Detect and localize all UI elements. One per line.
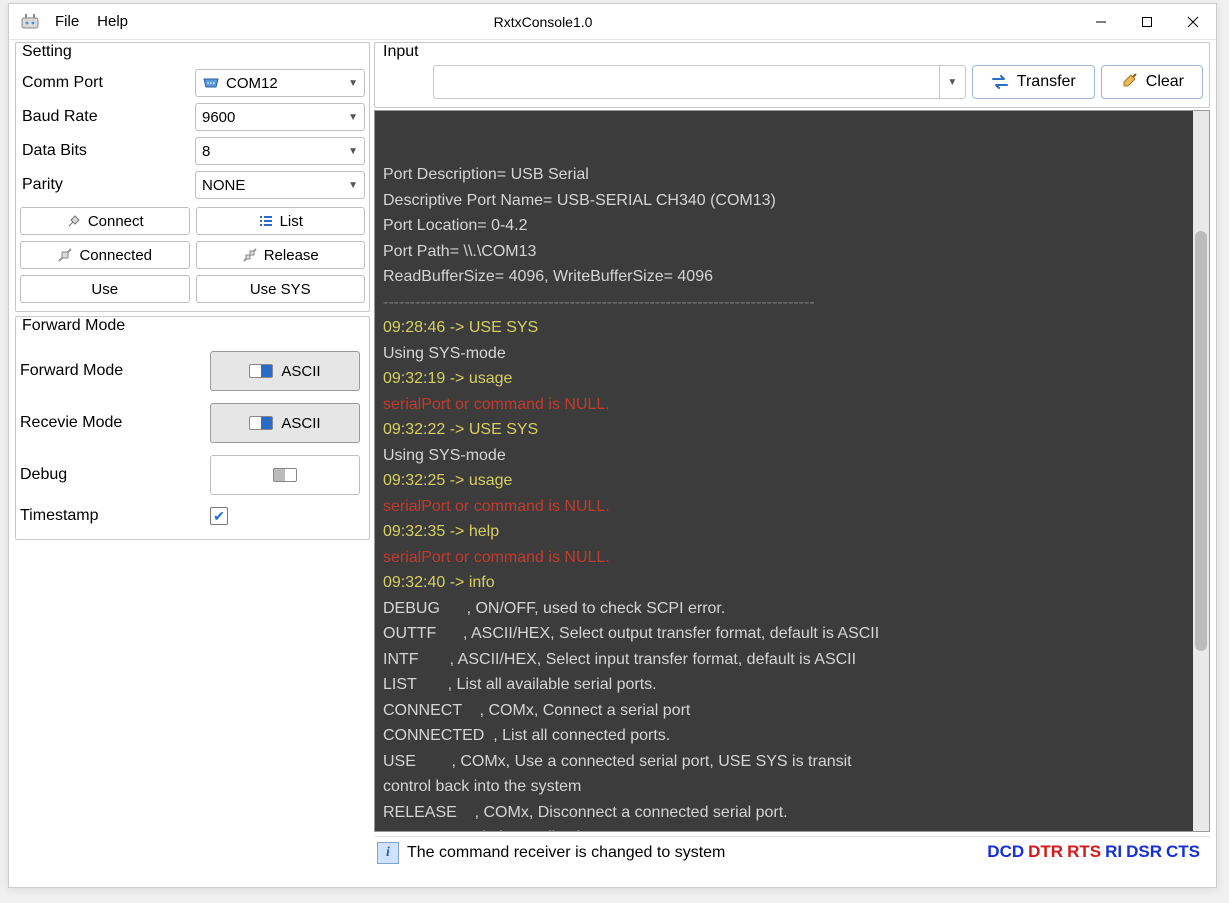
databits-select[interactable]: 8▼ xyxy=(195,137,365,165)
list-icon xyxy=(258,213,274,229)
serial-port-icon xyxy=(202,77,220,89)
databits-label: Data Bits xyxy=(20,142,195,160)
status-message: The command receiver is changed to syste… xyxy=(407,844,975,862)
timestamp-label: Timestamp xyxy=(20,507,200,525)
receive-mode-label: Recevie Mode xyxy=(20,414,200,432)
console-line: QUIT , Quit the application. xyxy=(383,825,1201,832)
forward-mode-legend: Forward Mode xyxy=(20,317,127,335)
list-button[interactable]: List xyxy=(196,207,366,235)
console-line: 09:32:25 -> usage xyxy=(383,468,1201,494)
console-line: ReadBufferSize= 4096, WriteBufferSize= 4… xyxy=(383,264,1201,290)
status-bar: i The command receiver is changed to sys… xyxy=(375,836,1210,868)
forward-mode-label: Forward Mode xyxy=(20,362,200,380)
input-combo[interactable]: ▼ xyxy=(433,65,966,99)
chevron-down-icon: ▼ xyxy=(947,77,957,88)
console-line: ----------------------------------------… xyxy=(383,290,1201,316)
parity-select[interactable]: NONE▼ xyxy=(195,171,365,199)
input-group: Input ▼ Transfer Clear xyxy=(374,42,1210,108)
chevron-down-icon: ▼ xyxy=(348,112,358,123)
debug-label: Debug xyxy=(20,466,200,484)
debug-toggle[interactable] xyxy=(210,455,360,495)
commport-value: COM12 xyxy=(226,75,342,92)
console-line: 09:32:35 -> help xyxy=(383,519,1201,545)
signal-ri: RI xyxy=(1105,842,1122,861)
signal-cts: CTS xyxy=(1166,842,1200,861)
forward-mode-group: Forward Mode Forward Mode ASCII Recevie … xyxy=(15,316,370,540)
signal-dsr: DSR xyxy=(1126,842,1162,861)
console-line: DEBUG , ON/OFF, used to check SCPI error… xyxy=(383,596,1201,622)
toggle-icon xyxy=(249,416,273,430)
input-legend: Input xyxy=(381,43,421,61)
scrollbar-track[interactable] xyxy=(1193,111,1209,831)
signal-indicators: DCDDTRRTSRIDSRCTS xyxy=(983,842,1200,863)
forward-mode-toggle[interactable]: ASCII xyxy=(210,351,360,391)
input-field[interactable] xyxy=(434,66,939,98)
console-line: serialPort or command is NULL. xyxy=(383,494,1201,520)
console-line: RELEASE , COMx, Disconnect a connected s… xyxy=(383,800,1201,826)
clear-button[interactable]: Clear xyxy=(1101,65,1203,99)
window-close-button[interactable] xyxy=(1170,4,1216,40)
window-maximize-button[interactable] xyxy=(1124,4,1170,40)
connected-button[interactable]: Connected xyxy=(20,241,190,269)
console-line: 09:32:22 -> USE SYS xyxy=(383,417,1201,443)
console-line: Port Description= USB Serial xyxy=(383,162,1201,188)
use-sys-button[interactable]: Use SYS xyxy=(196,275,366,303)
info-icon: i xyxy=(377,842,399,864)
chevron-down-icon: ▼ xyxy=(348,146,358,157)
receive-mode-toggle[interactable]: ASCII xyxy=(210,403,360,443)
console-line: CONNECT , COMx, Connect a serial port xyxy=(383,698,1201,724)
parity-label: Parity xyxy=(20,176,195,194)
console-line: Port Location= 0-4.2 xyxy=(383,213,1201,239)
console-line: Using SYS-mode xyxy=(383,443,1201,469)
console-line: 09:32:19 -> usage xyxy=(383,366,1201,392)
console-line: serialPort or command is NULL. xyxy=(383,545,1201,571)
console-line: 09:28:46 -> USE SYS xyxy=(383,315,1201,341)
use-button[interactable]: Use xyxy=(20,275,190,303)
toggle-icon xyxy=(273,468,297,482)
toggle-icon xyxy=(249,364,273,378)
transfer-icon xyxy=(991,74,1009,90)
console-line: LIST , List all available serial ports. xyxy=(383,672,1201,698)
broom-icon xyxy=(1120,73,1138,91)
plug-icon xyxy=(66,213,82,229)
chevron-down-icon: ▼ xyxy=(348,180,358,191)
window-minimize-button[interactable] xyxy=(1078,4,1124,40)
scrollbar-thumb[interactable] xyxy=(1195,231,1207,651)
console-output[interactable]: Port Description= USB SerialDescriptive … xyxy=(374,110,1210,832)
console-line: OUTTF , ASCII/HEX, Select output transfe… xyxy=(383,621,1201,647)
app-window: File Help RxtxConsole1.0 Setting Comm Po… xyxy=(8,3,1217,888)
commport-label: Comm Port xyxy=(20,74,195,92)
timestamp-checkbox[interactable]: ✔ xyxy=(210,507,228,525)
window-title: RxtxConsole1.0 xyxy=(8,14,1078,30)
setting-legend: Setting xyxy=(20,43,74,61)
input-dropdown-button[interactable]: ▼ xyxy=(939,66,965,98)
console-line: Using SYS-mode xyxy=(383,341,1201,367)
console-line: 09:32:40 -> info xyxy=(383,570,1201,596)
signal-dtr: DTR xyxy=(1028,842,1063,861)
chevron-down-icon: ▼ xyxy=(348,78,358,89)
connect-button[interactable]: Connect xyxy=(20,207,190,235)
console-line: Descriptive Port Name= USB-SERIAL CH340 … xyxy=(383,188,1201,214)
console-line: Port Path= \\.\COM13 xyxy=(383,239,1201,265)
release-button[interactable]: Release xyxy=(196,241,366,269)
console-line: USE , COMx, Use a connected serial port,… xyxy=(383,749,1201,775)
signal-rts: RTS xyxy=(1067,842,1101,861)
plug-release-icon xyxy=(242,247,258,263)
commport-select[interactable]: COM12 ▼ xyxy=(195,69,365,97)
signal-dcd: DCD xyxy=(987,842,1024,861)
console-line: serialPort or command is NULL. xyxy=(383,392,1201,418)
console-line: INTF , ASCII/HEX, Select input transfer … xyxy=(383,647,1201,673)
baudrate-select[interactable]: 9600▼ xyxy=(195,103,365,131)
setting-group: Setting Comm Port COM12 ▼ Baud Rate 9600… xyxy=(15,42,370,312)
console-line: CONNECTED , List all connected ports. xyxy=(383,723,1201,749)
console-line: control back into the system xyxy=(383,774,1201,800)
titlebar: File Help RxtxConsole1.0 xyxy=(9,4,1216,40)
plug-connected-icon xyxy=(57,247,73,263)
baudrate-label: Baud Rate xyxy=(20,108,195,126)
transfer-button[interactable]: Transfer xyxy=(972,65,1095,99)
